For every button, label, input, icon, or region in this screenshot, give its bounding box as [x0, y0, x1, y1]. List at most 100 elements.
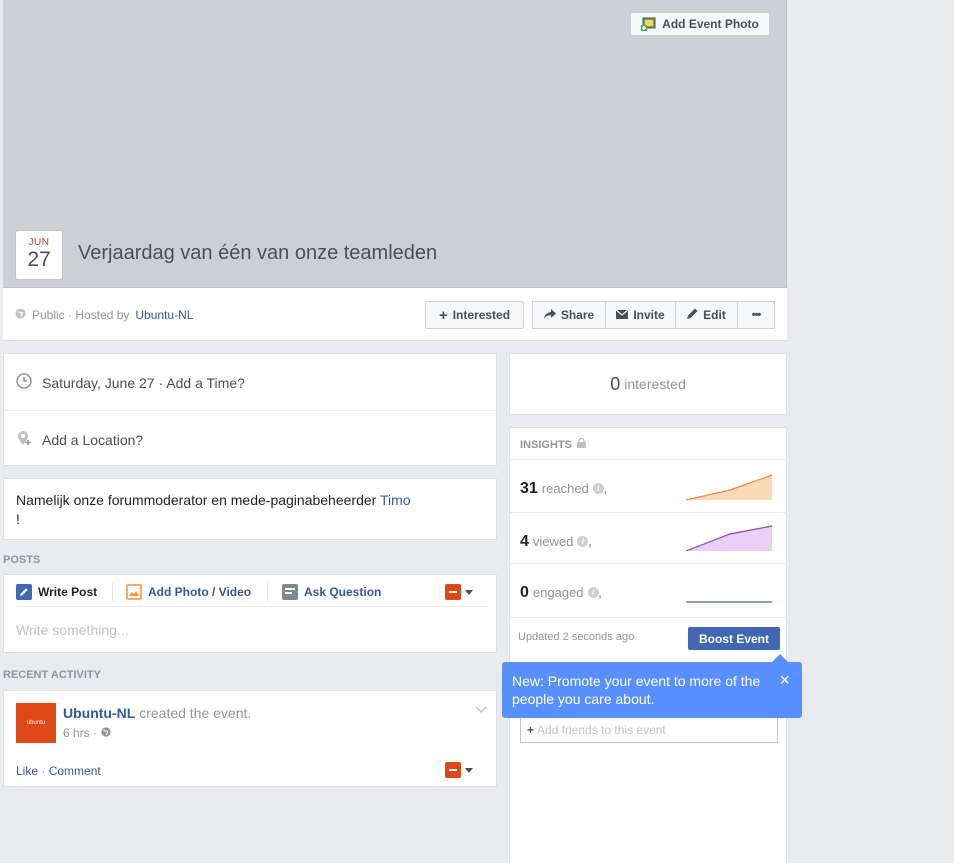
ubuntu-page-icon	[445, 584, 461, 600]
description-text: Namelijk onze forummoderator en mede-pag…	[16, 492, 380, 508]
globe-icon	[15, 308, 26, 322]
close-icon[interactable]: ×	[779, 671, 790, 689]
posts-section-label: POSTS	[3, 554, 41, 566]
add-photo-video-tab[interactable]: Add Photo / Video	[126, 584, 251, 600]
event-day: 27	[27, 248, 51, 271]
ubuntu-page-icon	[445, 762, 461, 778]
activity-story: ubuntu Ubuntu-NL created the event. 6 hr…	[3, 690, 497, 787]
info-icon[interactable]: i	[577, 536, 589, 548]
story-options-chevron-icon[interactable]	[475, 703, 487, 717]
story-headline: Ubuntu-NL created the event.	[63, 705, 251, 721]
story-meta: 6 hrs ·	[63, 726, 111, 740]
description-trail: !	[16, 511, 20, 527]
divider	[4, 410, 496, 411]
divider	[510, 617, 787, 618]
tooltip-arrow	[772, 654, 788, 662]
more-options-button[interactable]: •••	[737, 301, 775, 329]
story-action: created the event.	[139, 705, 252, 721]
event-details-card: Saturday, June 27 · Add a Time? Add a Lo…	[3, 353, 497, 466]
actor-link[interactable]: Ubuntu-NL	[63, 705, 135, 721]
event-title: Verjaardag van één van onze teamleden	[78, 242, 438, 264]
story-time[interactable]: 6 hrs ·	[63, 726, 97, 740]
engaged-label: engaged	[532, 585, 584, 600]
insight-engaged-row[interactable]: 0 engaged i,	[510, 563, 787, 614]
mention-link[interactable]: Timo	[380, 492, 411, 508]
insights-updated: Updated 2 seconds ago	[518, 631, 635, 643]
add-event-photo-button[interactable]: Add Event Photo	[630, 12, 770, 36]
invite-friends-field[interactable]: + Add friends to this event	[520, 717, 778, 743]
photo-icon	[126, 584, 142, 600]
viewed-value: 4	[520, 533, 529, 550]
write-something-input[interactable]: Write something...	[16, 622, 129, 638]
engaged-value: 0	[520, 584, 529, 601]
write-post-label: Write Post	[38, 585, 98, 599]
envelope-icon	[615, 308, 629, 322]
privacy-text: Public · Hosted by	[32, 308, 130, 322]
event-description-card: Namelijk onze forummoderator en mede-pag…	[3, 478, 497, 540]
event-action-bar: Public · Hosted by Ubuntu-NL + Intereste…	[3, 288, 787, 341]
invite-friends-placeholder: Add friends to this event	[537, 723, 666, 737]
chevron-down-icon	[465, 767, 473, 773]
comment-as-selector[interactable]	[445, 762, 473, 778]
insights-card: INSIGHTS 31 reached i, 4 viewed i, 0 engaged i…	[509, 427, 787, 863]
interested-count-label: interested	[624, 376, 686, 392]
event-location-row: Add a Location?	[16, 430, 143, 449]
interested-label: Interested	[452, 308, 511, 322]
avatar-logo-text: ubuntu	[26, 720, 46, 726]
reached-sparkline	[686, 474, 773, 501]
globe-icon	[101, 726, 111, 740]
share-button[interactable]: Share	[532, 301, 605, 329]
divider	[16, 606, 486, 607]
like-link[interactable]: Like	[16, 764, 38, 778]
write-post-tab[interactable]: Write Post	[16, 584, 97, 600]
event-date-text[interactable]: Saturday, June 27 · Add a Time?	[42, 375, 245, 391]
invite-label: Invite	[633, 308, 665, 322]
tooltip-text: New: Promote your event to more of the p…	[512, 673, 761, 707]
insight-reached-row[interactable]: 31 reached i,	[510, 459, 787, 510]
insights-label: INSIGHTS	[520, 438, 572, 451]
clock-icon	[16, 373, 32, 392]
edit-label: Edit	[703, 308, 726, 322]
post-composer: Write Post Add Photo / Video Ask Questio…	[3, 574, 497, 653]
info-icon[interactable]: i	[592, 483, 604, 495]
insight-viewed: 4 viewed i,	[520, 533, 592, 550]
interested-count-card: 0 interested	[509, 353, 787, 415]
plus-icon: +	[527, 723, 535, 737]
event-date-badge: JUN 27	[15, 230, 63, 280]
plus-icon: +	[438, 306, 448, 324]
reached-value: 31	[520, 480, 538, 497]
share-arrow-icon	[543, 308, 556, 322]
chevron-down-icon	[465, 589, 473, 595]
insight-engaged: 0 engaged i,	[520, 584, 602, 601]
event-location-text[interactable]: Add a Location?	[42, 432, 143, 448]
avatar[interactable]: ubuntu	[16, 703, 56, 743]
interested-button[interactable]: + Interested	[425, 301, 524, 329]
event-date-row: Saturday, June 27 · Add a Time?	[16, 373, 245, 392]
viewed-label: viewed	[532, 534, 574, 549]
insights-header: INSIGHTS	[520, 437, 586, 451]
pencil-icon	[687, 308, 698, 322]
edit-button[interactable]: Edit	[675, 301, 737, 329]
separator: ·	[38, 764, 49, 778]
recent-activity-label: RECENT ACTIVITY	[3, 669, 101, 681]
reached-label: reached	[541, 481, 589, 496]
interested-group: + Interested	[425, 301, 524, 329]
add-photo-video-label: Add Photo / Video	[148, 585, 252, 599]
invite-button[interactable]: Invite	[605, 301, 675, 329]
info-icon[interactable]: i	[587, 587, 599, 599]
comment-link[interactable]: Comment	[49, 764, 101, 778]
interested-count[interactable]: 0	[610, 374, 620, 395]
ask-question-tab[interactable]: Ask Question	[282, 584, 381, 600]
ask-question-label: Ask Question	[304, 585, 382, 599]
viewed-sparkline	[686, 525, 773, 552]
boost-event-button[interactable]: Boost Event	[688, 627, 780, 650]
engaged-sparkline	[686, 601, 772, 603]
host-link[interactable]: Ubuntu-NL	[135, 308, 193, 322]
lock-icon	[576, 437, 586, 451]
insight-viewed-row[interactable]: 4 viewed i,	[510, 512, 787, 563]
post-as-selector[interactable]	[445, 584, 473, 600]
add-event-photo-label: Add Event Photo	[662, 17, 759, 31]
event-cover-photo: Add Event Photo JUN 27 Verjaardag van éé…	[3, 0, 787, 288]
story-actions: Like · Comment	[16, 764, 101, 778]
event-actions-group: Share Invite Edit •••	[532, 301, 775, 329]
